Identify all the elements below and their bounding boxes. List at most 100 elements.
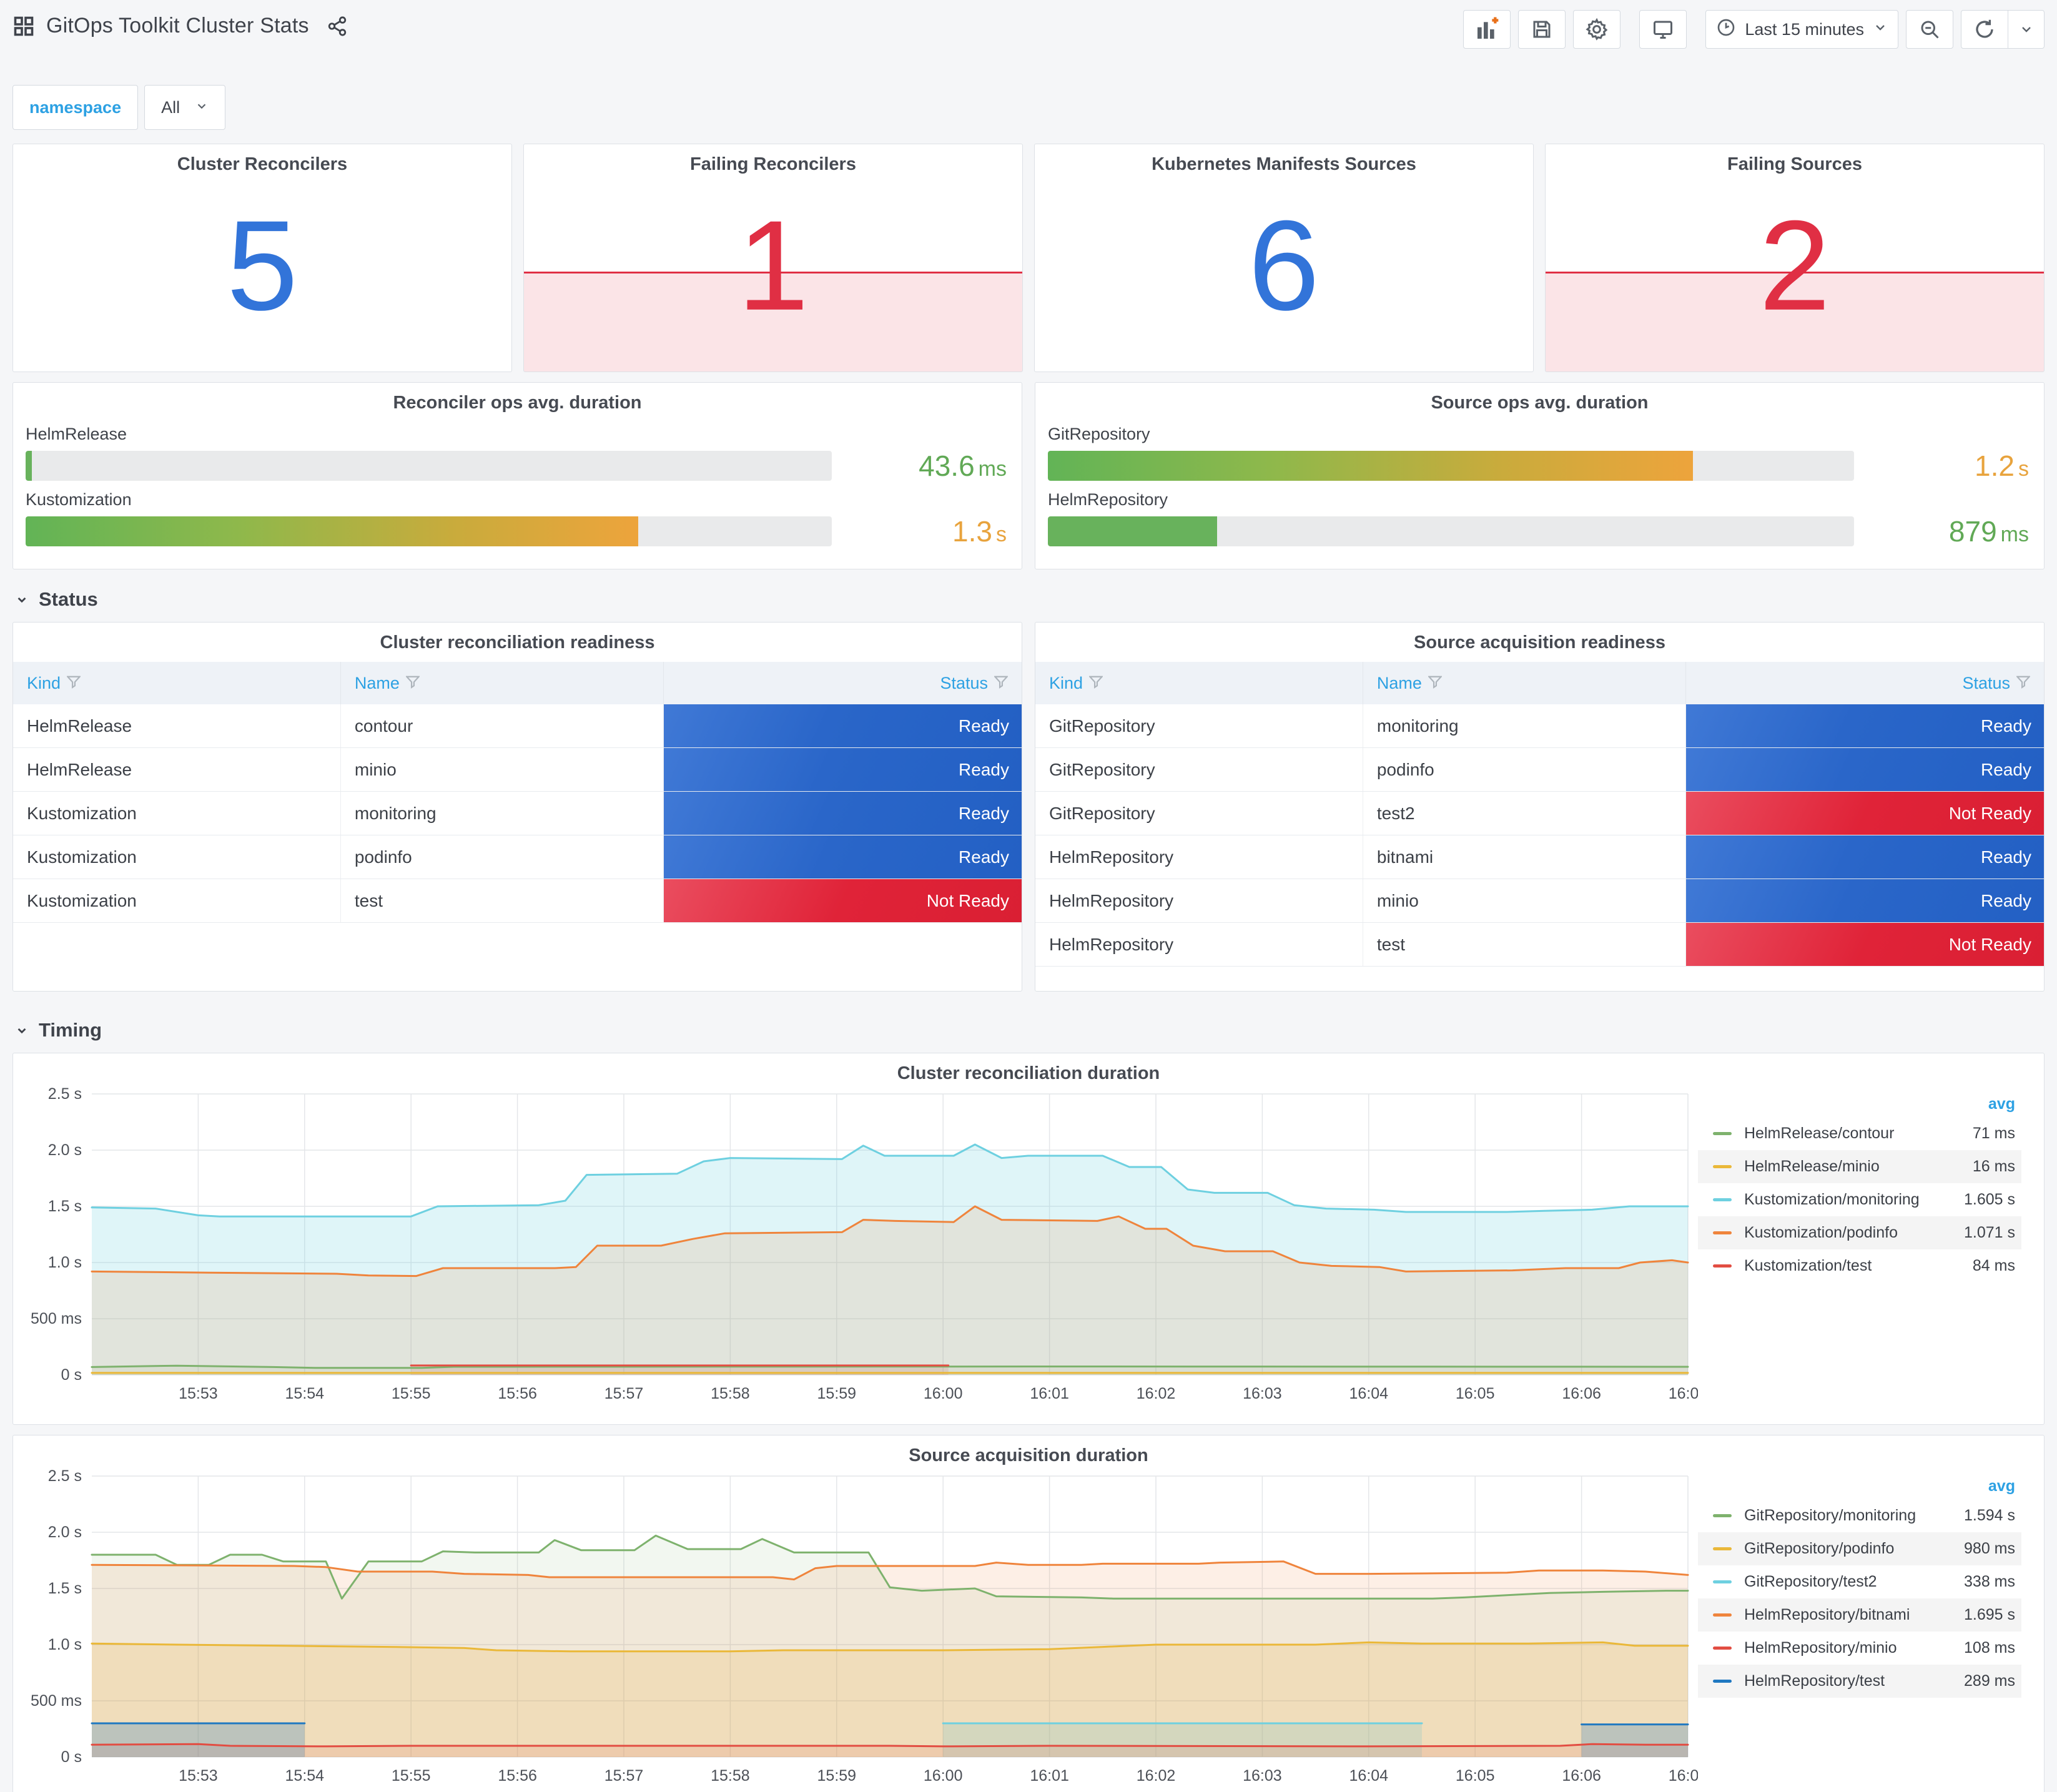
legend-series-label: GitRepository/podinfo: [1744, 1540, 1895, 1557]
legend-series-avg: 1.071 s: [1963, 1224, 2015, 1241]
table-row: Kustomization podinfo Ready: [13, 835, 1022, 879]
share-icon[interactable]: [327, 16, 348, 37]
filter-icon[interactable]: [2015, 674, 2031, 693]
filter-icon[interactable]: [66, 674, 82, 693]
filter-icon[interactable]: [1088, 674, 1104, 693]
refresh-button[interactable]: [1961, 10, 2008, 49]
column-header-status[interactable]: Status: [1686, 662, 2044, 704]
svg-text:16:04: 16:04: [1349, 1385, 1389, 1402]
apps-grid-icon[interactable]: [12, 15, 35, 37]
legend-item-helmrelease-minio[interactable]: HelmRelease/minio 16 ms: [1698, 1150, 2021, 1183]
legend-item-kustomization-monitoring[interactable]: Kustomization/monitoring 1.605 s: [1698, 1183, 2021, 1216]
legend-avg-header[interactable]: avg: [1988, 1477, 2015, 1495]
cell-kind: HelmRelease: [13, 704, 341, 747]
refresh-button-group: [1961, 10, 2045, 49]
section-header-status[interactable]: Status: [14, 588, 2045, 611]
legend-avg-header[interactable]: avg: [1988, 1095, 2015, 1113]
svg-text:16:07: 16:07: [1669, 1767, 1698, 1785]
dashboard-toolbar: Last 15 minutes: [1463, 9, 2045, 49]
time-range-picker[interactable]: Last 15 minutes: [1705, 10, 1898, 49]
column-header-kind[interactable]: Kind: [1035, 662, 1363, 704]
legend-item-helmrepository-bitnami[interactable]: HelmRepository/bitnami 1.695 s: [1698, 1598, 2021, 1632]
panel-title[interactable]: Source acquisition duration: [13, 1435, 2044, 1466]
cell-status: Ready: [1685, 704, 2044, 747]
status-badge: Not Ready: [1685, 923, 2044, 966]
filter-icon[interactable]: [405, 674, 421, 693]
column-header-kind[interactable]: Kind: [13, 662, 341, 704]
table-row: Kustomization monitoring Ready: [13, 792, 1022, 835]
gauge-label: Kustomization: [26, 490, 132, 509]
gauge-body: GitRepository 1.2 s HelmRepository 879 ms: [1035, 413, 2044, 548]
legend-series-color: [1713, 1132, 1732, 1135]
svg-text:15:54: 15:54: [285, 1767, 325, 1785]
cell-name: test: [1363, 923, 1686, 966]
legend-series-avg: 980 ms: [1964, 1540, 2015, 1557]
gauge-value-number: 1.3: [952, 515, 992, 548]
panel-title[interactable]: Failing Reconcilers: [524, 144, 1022, 175]
legend-item-helmrelease-contour[interactable]: HelmRelease/contour 71 ms: [1698, 1117, 2021, 1150]
cell-status: Ready: [663, 748, 1022, 791]
svg-text:16:03: 16:03: [1243, 1385, 1282, 1402]
zoom-out-button[interactable]: [1906, 10, 1953, 49]
table-row: Kustomization test Not Ready: [13, 879, 1022, 923]
cell-name: test: [341, 879, 664, 922]
legend-series-avg: 71 ms: [1972, 1125, 2015, 1142]
cell-name: podinfo: [1363, 748, 1686, 791]
column-header-name[interactable]: Name: [341, 662, 664, 704]
legend-item-helmrepository-minio[interactable]: HelmRepository/minio 108 ms: [1698, 1632, 2021, 1665]
chart-plot-area[interactable]: 0 s 500 ms 1.0 s 1.5 s 2.0 s 2.5 s 15:53 15:54 1…: [18, 1467, 1707, 1787]
panel-title[interactable]: Reconciler ops avg. duration: [13, 383, 1022, 413]
filter-icon[interactable]: [1427, 674, 1443, 693]
panel-title[interactable]: Source ops avg. duration: [1035, 383, 2044, 413]
legend-item-helmrepository-test[interactable]: HelmRepository/test 289 ms: [1698, 1665, 2021, 1698]
panel-title[interactable]: Failing Sources: [1546, 144, 2044, 175]
legend-item-kustomization-test[interactable]: Kustomization/test 84 ms: [1698, 1249, 2021, 1282]
section-header-timing[interactable]: Timing: [14, 1019, 2045, 1041]
column-header-status[interactable]: Status: [664, 662, 1022, 704]
cycle-view-mode-button[interactable]: [1639, 10, 1687, 49]
legend-series-avg: 1.695 s: [1963, 1606, 2015, 1623]
legend-item-gitrepository-podinfo[interactable]: GitRepository/podinfo 980 ms: [1698, 1532, 2021, 1565]
cell-kind: HelmRelease: [13, 748, 341, 791]
legend-item-gitrepository-test2[interactable]: GitRepository/test2 338 ms: [1698, 1565, 2021, 1598]
svg-text:16:06: 16:06: [1562, 1767, 1601, 1785]
svg-text:15:53: 15:53: [179, 1385, 218, 1402]
status-badge: Ready: [1685, 748, 2044, 791]
table-panel-cluster-reconciliation-readiness: Cluster reconciliation readiness Kind Name…: [12, 622, 1022, 992]
panel-title[interactable]: Cluster reconciliation duration: [13, 1053, 2044, 1084]
svg-text:15:58: 15:58: [711, 1767, 750, 1785]
column-header-label: Kind: [27, 673, 61, 692]
chart-plot-area[interactable]: 0 s 500 ms 1.0 s 1.5 s 2.0 s 2.5 s 15:53 15:54 1…: [18, 1085, 1707, 1405]
gauge-fill: [26, 451, 32, 481]
svg-text:15:53: 15:53: [179, 1767, 218, 1785]
legend-item-gitrepository-monitoring[interactable]: GitRepository/monitoring 1.594 s: [1698, 1499, 2021, 1532]
time-range-label: Last 15 minutes: [1745, 19, 1864, 39]
dashboard-settings-button[interactable]: [1573, 10, 1621, 49]
cell-name: contour: [341, 704, 664, 747]
legend-series-color: [1713, 1231, 1732, 1234]
panel-title[interactable]: Cluster reconciliation readiness: [13, 623, 1022, 653]
panel-title[interactable]: Source acquisition readiness: [1035, 623, 2044, 653]
panel-title[interactable]: Kubernetes Manifests Sources: [1035, 144, 1533, 175]
svg-text:500 ms: 500 ms: [31, 1692, 82, 1710]
refresh-interval-dropdown[interactable]: [2008, 10, 2045, 49]
filter-icon[interactable]: [993, 674, 1009, 693]
svg-text:2.5 s: 2.5 s: [48, 1085, 82, 1103]
svg-text:16:03: 16:03: [1243, 1767, 1282, 1785]
legend-item-kustomization-podinfo[interactable]: Kustomization/podinfo 1.071 s: [1698, 1216, 2021, 1249]
gauge-fill: [1048, 516, 1218, 546]
gauge-body: HelmRelease 43.6 ms Kustomization 1.3 s: [13, 413, 1022, 548]
legend-series-color: [1713, 1264, 1732, 1268]
chevron-down-icon: [17, 1028, 26, 1034]
table-panel-source-acquisition-readiness: Source acquisition readiness Kind Name Stat…: [1035, 622, 2045, 992]
column-header-name[interactable]: Name: [1363, 662, 1686, 704]
table: Kind Name Status HelmRelease contour Ready Hel…: [13, 662, 1022, 923]
svg-text:1.5 s: 1.5 s: [48, 1580, 82, 1597]
variable-namespace-picker[interactable]: All: [144, 85, 226, 130]
gauge-track: [1048, 516, 1854, 546]
cell-status: Ready: [1685, 879, 2044, 922]
panel-title[interactable]: Cluster Reconcilers: [13, 144, 511, 175]
legend-series-label: Kustomization/podinfo: [1744, 1224, 1898, 1241]
panel-add-button[interactable]: [1463, 10, 1511, 49]
save-dashboard-button[interactable]: [1518, 10, 1566, 49]
